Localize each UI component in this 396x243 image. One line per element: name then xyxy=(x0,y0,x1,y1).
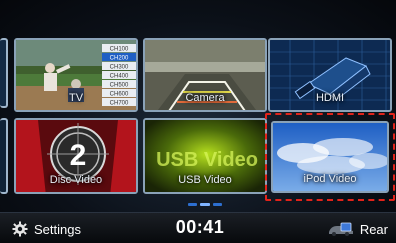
tile-disc-video[interactable]: 2 Disc Video xyxy=(14,118,138,194)
clock: 00:41 xyxy=(175,217,225,237)
disc-countdown-number: 2 xyxy=(70,139,87,172)
tile-label: USB Video xyxy=(178,174,232,186)
settings-button[interactable]: Settings xyxy=(12,218,81,240)
tile-camera[interactable]: Camera xyxy=(143,38,267,112)
tile-label: HDMI xyxy=(315,92,345,104)
tv-channel-label: CH400 xyxy=(110,74,129,80)
rear-label: Rear xyxy=(359,221,388,237)
carousel-left-edge-top[interactable] xyxy=(0,38,8,108)
tv-channel-label: CH300 xyxy=(110,65,129,71)
tile-label: TV xyxy=(68,92,84,104)
bottom-bar: Settings 00:41 Rear xyxy=(0,212,396,243)
tile-tv[interactable]: CH100 CH200 CH300 CH400 CH500 CH600 CH700 TV xyxy=(14,38,138,112)
settings-label: Settings xyxy=(34,221,81,237)
tile-label: Disc Video xyxy=(49,174,103,186)
tile-label: Camera xyxy=(185,92,225,104)
page-dot-active xyxy=(200,203,210,206)
tv-channel-label: CH500 xyxy=(110,83,129,89)
carousel-left-edge-bottom[interactable] xyxy=(0,118,8,194)
tile-label: iPod Video xyxy=(303,173,357,185)
tv-channel-label: CH100 xyxy=(110,47,129,53)
page-dot xyxy=(188,203,198,206)
tv-channel-label: CH200 xyxy=(110,56,129,62)
media-source-screen: CH100 CH200 CH300 CH400 CH500 CH600 CH700 TV C… xyxy=(0,0,396,243)
tile-hdmi[interactable]: HDMI xyxy=(268,38,392,112)
usb-video-watermark: USB Video xyxy=(156,149,258,171)
tile-ipod-video[interactable]: iPod Video xyxy=(271,121,389,193)
rear-button[interactable]: Rear xyxy=(327,218,388,240)
page-dot xyxy=(212,203,222,206)
tile-usb-video[interactable]: USB Video USB Video xyxy=(143,118,267,194)
page-indicator xyxy=(188,203,222,207)
gear-icon xyxy=(12,221,28,237)
rear-display-icon xyxy=(328,222,353,236)
